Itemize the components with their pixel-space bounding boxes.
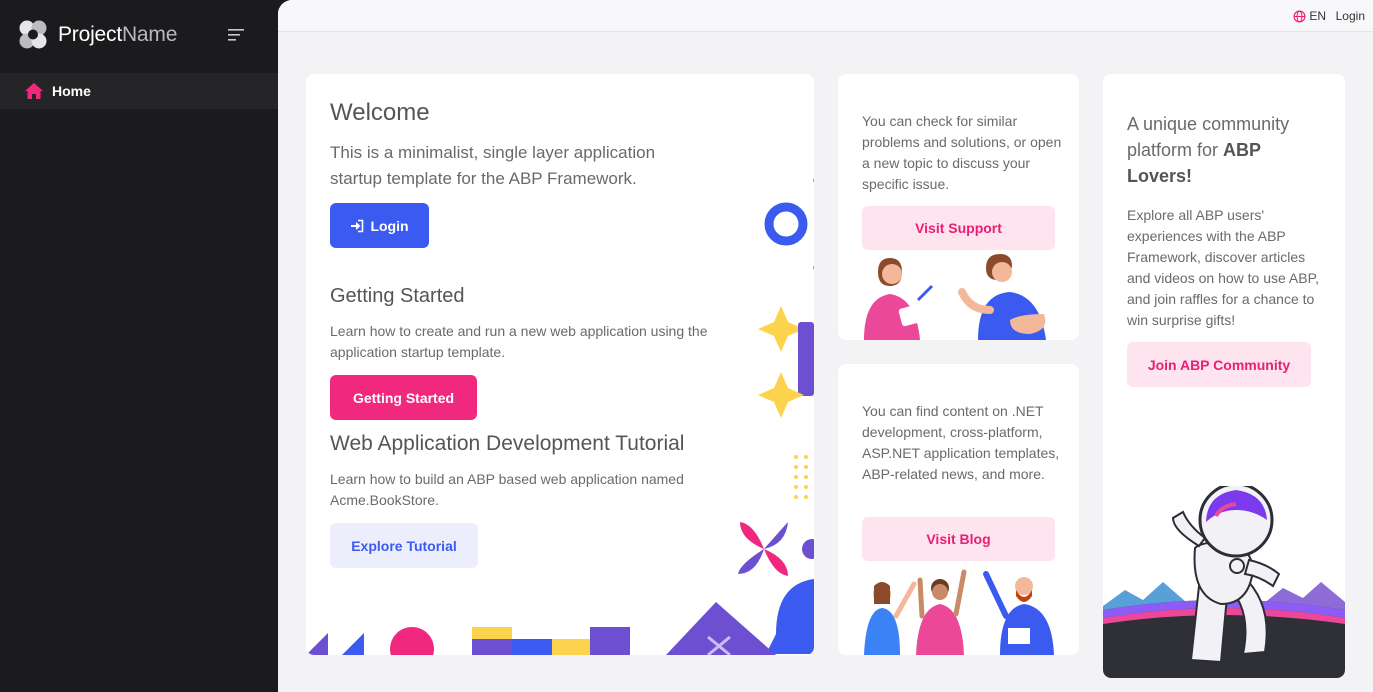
main-content: EN Login Welcome This is a minimalist, s… (278, 0, 1373, 692)
explore-tutorial-button[interactable]: Explore Tutorial (330, 523, 478, 568)
home-icon (25, 83, 43, 99)
getting-started-button[interactable]: Getting Started (330, 375, 477, 420)
support-description: You can check for similar problems and s… (862, 113, 1062, 192)
welcome-title: Welcome (330, 99, 430, 126)
support-card: You can check for similar problems and s… (838, 74, 1079, 340)
sidebar-item-label: Home (52, 83, 91, 99)
top-bar: EN Login (278, 0, 1373, 32)
blog-description: You can find content on .NET development… (862, 403, 1060, 482)
sign-in-icon (351, 219, 364, 232)
blog-card: You can find content on .NET development… (838, 364, 1079, 655)
brand-logo-icon (19, 20, 47, 49)
community-card: A unique community platform for ABP Love… (1103, 74, 1345, 678)
login-button-label: Login (370, 217, 409, 234)
getting-started-description: Learn how to create and run a new web ap… (330, 323, 708, 360)
tutorial-description: Learn how to build an ABP based web appl… (330, 471, 684, 508)
visit-support-button[interactable]: Visit Support (862, 206, 1055, 250)
community-title: A unique community platform for ABP Love… (1127, 114, 1290, 186)
decorative-shapes (738, 178, 814, 654)
menu-toggle-icon[interactable] (228, 28, 246, 42)
blog-illustration (864, 569, 1054, 655)
brand[interactable]: ProjectName (18, 19, 177, 51)
visit-blog-button[interactable]: Visit Blog (862, 517, 1055, 561)
language-switcher[interactable]: EN (1293, 9, 1326, 23)
sidebar-item-home[interactable]: Home (0, 73, 278, 109)
globe-icon (1293, 10, 1306, 22)
welcome-card: Welcome This is a minimalist, single lay… (306, 74, 814, 655)
sidebar: ProjectName Home (0, 0, 278, 692)
decorative-bottom-shapes (306, 602, 776, 655)
language-label: EN (1309, 9, 1326, 23)
login-button[interactable]: Login (330, 203, 429, 248)
brand-name: ProjectName (58, 23, 178, 46)
welcome-description: This is a minimalist, single layer appli… (330, 143, 656, 188)
getting-started-title: Getting Started (330, 285, 465, 307)
support-illustration (864, 254, 1046, 340)
tutorial-title: Web Application Development Tutorial (330, 432, 685, 455)
astronaut-illustration (1103, 486, 1345, 678)
top-login-link[interactable]: Login (1336, 9, 1365, 23)
join-community-button[interactable]: Join ABP Community (1127, 342, 1311, 387)
community-description: Explore all ABP users' experiences with … (1127, 207, 1319, 328)
